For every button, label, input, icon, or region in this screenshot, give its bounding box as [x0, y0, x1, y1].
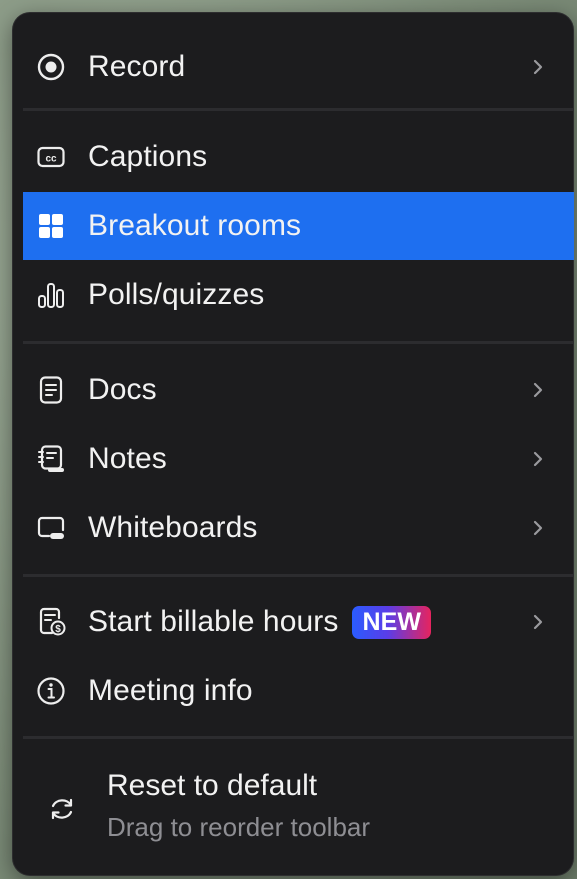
reset-arrows-icon [47, 794, 77, 824]
reset-subtitle: Drag to reorder toolbar [107, 812, 371, 842]
menu-item-label: Whiteboards [88, 511, 258, 544]
menu-divider [23, 574, 574, 577]
menu-item-captions[interactable]: cc Captions [23, 123, 574, 191]
whiteboard-icon [36, 513, 66, 543]
record-icon [36, 52, 66, 82]
reset-title: Reset to default [107, 769, 318, 802]
menu-item-meeting-info[interactable]: Meeting info [23, 657, 574, 725]
menu-item-whiteboards[interactable]: Whiteboards [23, 494, 574, 562]
menu-item-label: Breakout rooms [88, 209, 302, 242]
menu-divider [23, 736, 574, 739]
menu-item-notes[interactable]: Notes [23, 425, 574, 493]
menu-item-label: Record [88, 50, 186, 83]
menu-item-label: Notes [88, 442, 167, 475]
menu-item-start-billable-hours[interactable]: $ Start billable hours NEW [23, 588, 574, 656]
chevron-right-icon [532, 57, 544, 77]
chevron-right-icon [532, 380, 544, 400]
menu-item-label: Captions [88, 140, 208, 173]
info-icon [36, 676, 66, 706]
more-menu: Record cc Captions Breakout rooms Polls/… [12, 12, 574, 876]
grid-icon [36, 211, 66, 241]
chevron-right-icon [532, 518, 544, 538]
menu-item-label: Docs [88, 373, 157, 406]
menu-item-breakout-rooms[interactable]: Breakout rooms [23, 192, 574, 260]
document-icon [36, 375, 66, 405]
notes-icon [36, 444, 66, 474]
menu-item-record[interactable]: Record [23, 33, 574, 101]
menu-item-docs[interactable]: Docs [23, 356, 574, 424]
billing-icon: $ [36, 607, 66, 637]
menu-item-label: Polls/quizzes [88, 278, 265, 311]
poll-bars-icon [36, 280, 66, 310]
reset-to-default-button[interactable]: Reset to default Drag to reorder toolbar [23, 754, 574, 864]
menu-item-label: Start billable hours NEW [88, 605, 432, 640]
svg-text:$: $ [55, 624, 61, 635]
menu-item-polls-quizzes[interactable]: Polls/quizzes [23, 261, 574, 329]
svg-text:cc: cc [45, 154, 57, 165]
captions-icon: cc [36, 142, 66, 172]
menu-divider [23, 341, 574, 344]
new-badge: NEW [352, 606, 432, 640]
chevron-right-icon [532, 449, 544, 469]
chevron-right-icon [532, 612, 544, 632]
menu-item-label: Meeting info [88, 674, 253, 707]
menu-divider [23, 108, 574, 111]
